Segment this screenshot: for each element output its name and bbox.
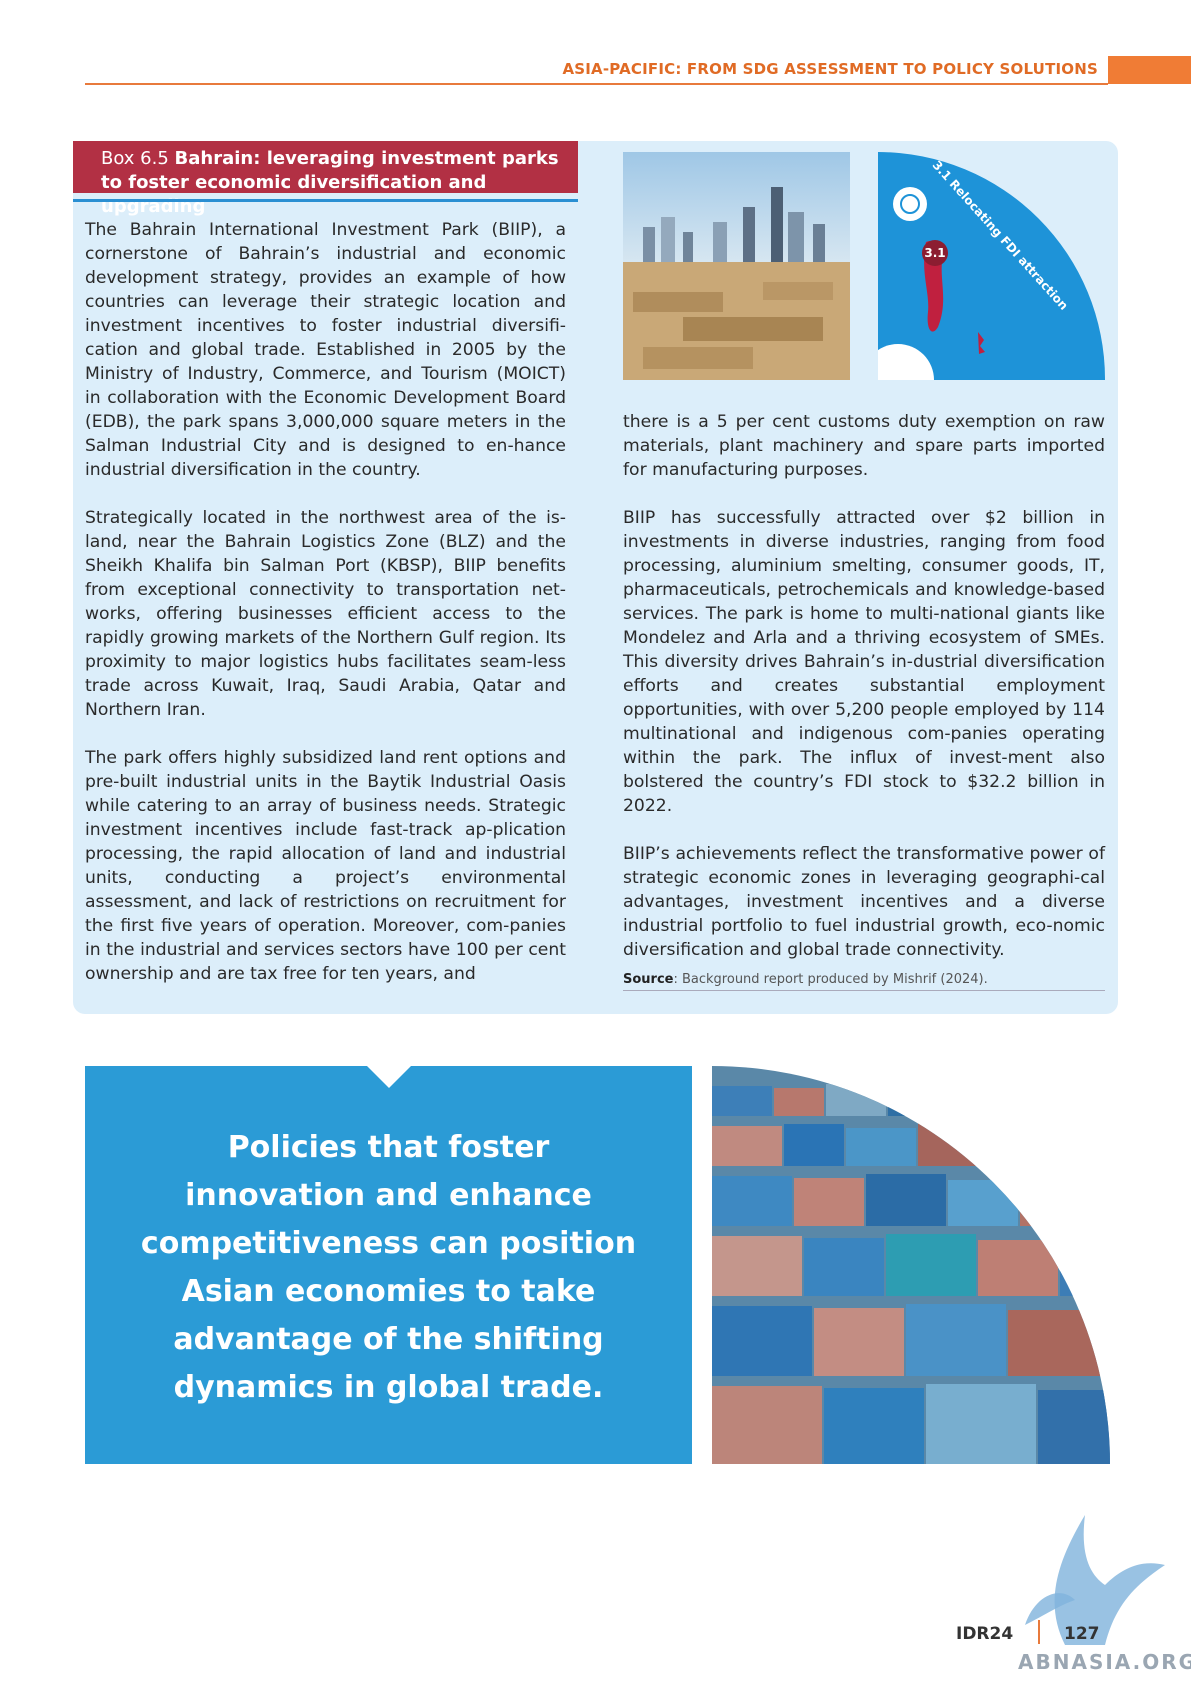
right-column: there is a 5 per cent customs duty exemp…	[623, 410, 1105, 986]
source-label: Source	[623, 972, 674, 987]
watermark: ABNASIA.ORG	[1018, 1650, 1191, 1674]
box-title-rule	[73, 199, 578, 202]
paragraph: there is a 5 per cent customs duty exemp…	[623, 412, 1105, 480]
pull-quote-text: Policies that foster innovation and enha…	[140, 1130, 637, 1405]
page-number: 127	[1064, 1624, 1100, 1644]
paragraph: Strategically located in the northwest a…	[85, 508, 566, 720]
box-title: Box 6.5 Bahrain: leveraging investment p…	[73, 141, 578, 217]
paragraph: BIIP’s achievements reflect the transfor…	[623, 844, 1105, 960]
source-text: : Background report produced by Mishrif …	[673, 972, 988, 987]
left-column: The Bahrain International Investment Par…	[85, 218, 566, 1010]
header-tab	[1108, 56, 1191, 84]
paragraph: The Bahrain International Investment Par…	[85, 220, 566, 480]
box-label: Box 6.5	[101, 148, 169, 169]
shipping-containers-photo	[712, 1066, 1110, 1464]
pull-quote-notch	[367, 1066, 411, 1088]
source-note: Source: Background report produced by Mi…	[623, 972, 1105, 991]
footer-doc-code: IDR24	[956, 1624, 1014, 1644]
paragraph: The park offers highly subsidized land r…	[85, 748, 566, 984]
running-header: ASIA-PACIFIC: FROM SDG ASSESSMENT TO POL…	[562, 60, 1098, 78]
globe-pin-icon	[893, 187, 927, 221]
paragraph: BIIP has successfully attracted over $2 …	[623, 508, 1105, 816]
map-badge: 3.1	[922, 240, 948, 266]
footer-separator	[1038, 1620, 1040, 1644]
city-photo	[623, 152, 850, 380]
header-rule	[85, 83, 1108, 85]
